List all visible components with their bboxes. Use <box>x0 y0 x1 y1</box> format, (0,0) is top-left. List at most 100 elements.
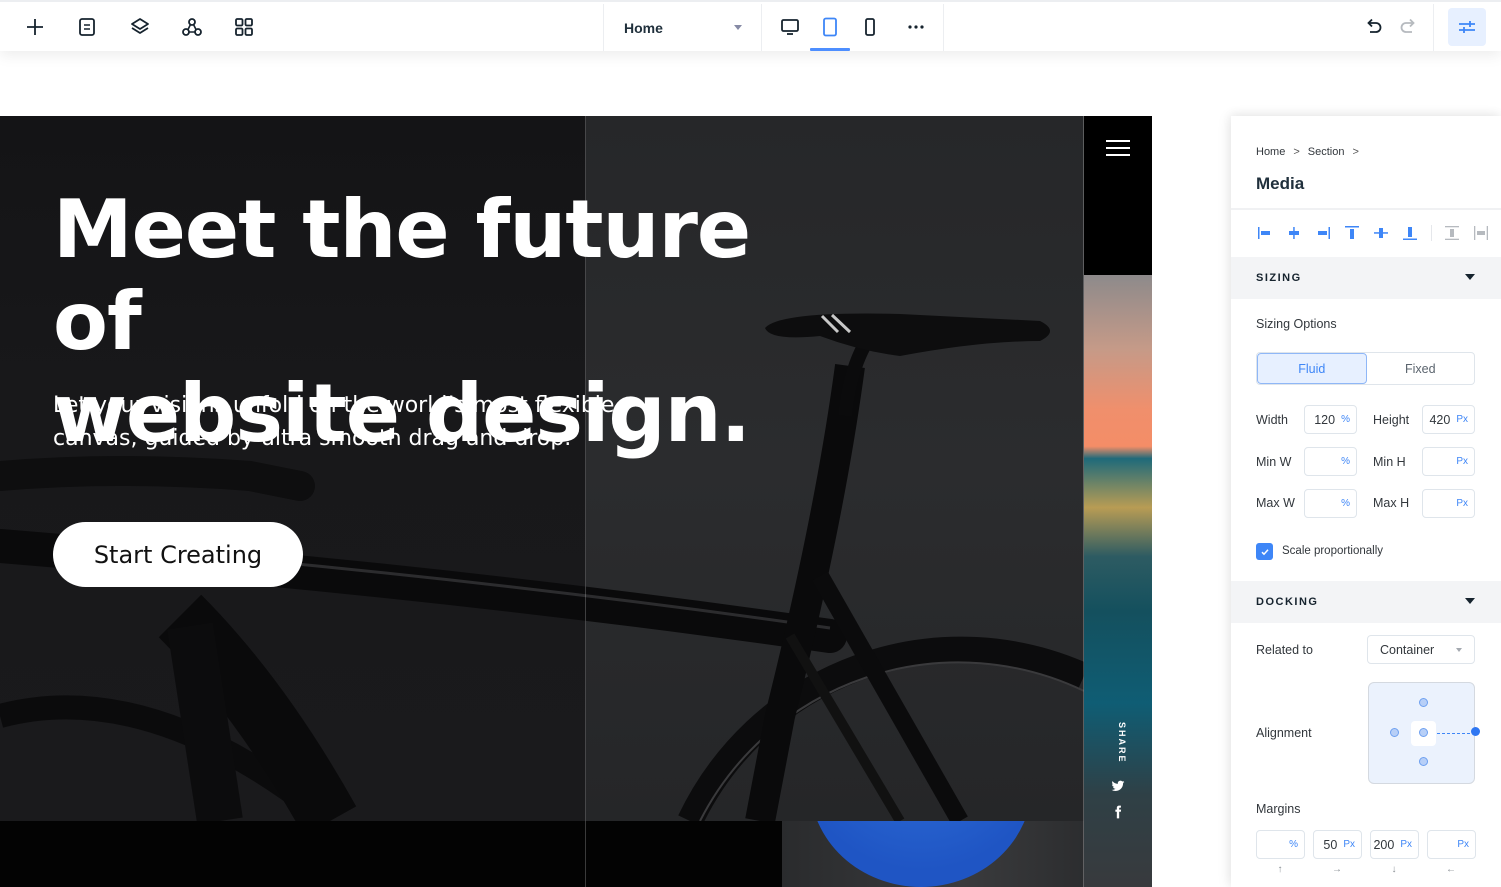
height-unit[interactable]: Px <box>1456 414 1468 425</box>
more-options-button[interactable] <box>901 12 931 42</box>
start-creating-button[interactable]: Start Creating <box>53 522 303 587</box>
margin-right-unit[interactable]: Px <box>1343 839 1355 850</box>
facebook-icon[interactable] <box>1110 804 1126 820</box>
max-width-unit[interactable]: % <box>1341 498 1350 509</box>
mobile-view-button[interactable] <box>855 12 885 42</box>
docking-section-header[interactable]: DOCKING <box>1231 581 1501 623</box>
dock-right-connector <box>1437 733 1475 734</box>
sizing-section-header[interactable]: SIZING <box>1231 257 1501 299</box>
desktop-view-button[interactable] <box>775 12 805 42</box>
components-button[interactable] <box>177 12 207 42</box>
min-width-label: Min W <box>1256 455 1292 469</box>
hero-subtitle[interactable]: Let your visions unfold on the world’s m… <box>53 389 633 455</box>
max-height-unit[interactable]: Px <box>1456 498 1468 509</box>
layers-icon <box>131 18 149 34</box>
twitter-icon[interactable] <box>1110 778 1126 794</box>
align-top-button[interactable] <box>1340 222 1364 244</box>
distribute-vertical-icon <box>1445 226 1459 240</box>
align-bottom-button[interactable] <box>1398 222 1422 244</box>
max-height-label: Max H <box>1373 496 1410 510</box>
breadcrumb-item-home[interactable]: Home <box>1256 146 1285 158</box>
caret-down-icon <box>1465 274 1475 280</box>
max-height-input[interactable]: Px <box>1422 489 1475 518</box>
editor-toolbar: Home <box>0 0 1501 51</box>
breadcrumb-separator: > <box>1352 146 1359 158</box>
scale-proportionally-checkbox[interactable] <box>1256 543 1273 560</box>
desktop-icon <box>781 19 799 35</box>
related-to-dropdown[interactable]: Container <box>1367 635 1475 664</box>
add-icon <box>27 19 43 35</box>
margin-bottom-unit[interactable]: Px <box>1400 839 1412 850</box>
editor-canvas[interactable]: Meet the future of website design. Let y… <box>0 116 1152 887</box>
hero-title-line: Meet the future of <box>53 183 751 368</box>
panel-title: Media <box>1256 174 1305 193</box>
align-right-button[interactable] <box>1311 222 1335 244</box>
fluid-option[interactable]: Fluid <box>1257 353 1367 384</box>
arrow-up-icon: ↑ <box>1277 864 1283 875</box>
layers-button[interactable] <box>125 12 155 42</box>
margin-top-input[interactable]: % <box>1256 830 1305 859</box>
undo-button[interactable] <box>1358 12 1388 42</box>
min-height-label: Min H <box>1373 455 1406 469</box>
pages-icon <box>79 18 95 36</box>
min-width-input[interactable]: % <box>1304 447 1357 476</box>
dock-left-dot[interactable] <box>1390 728 1399 737</box>
height-input[interactable]: 420 Px <box>1422 405 1475 434</box>
breadcrumb-item-section[interactable]: Section <box>1308 146 1345 158</box>
scale-proportionally-label[interactable]: Scale proportionally <box>1282 545 1383 557</box>
dock-top-dot[interactable] <box>1419 698 1428 707</box>
components-icon <box>182 18 202 36</box>
toolbar-divider <box>943 4 944 51</box>
align-left-button[interactable] <box>1253 222 1277 244</box>
mobile-icon <box>865 18 875 36</box>
inspector-toggle-button[interactable] <box>1448 8 1486 46</box>
menu-container <box>1084 116 1152 275</box>
arrow-left-icon: ← <box>1446 864 1456 875</box>
height-label: Height <box>1373 413 1410 427</box>
fixed-option[interactable]: Fixed <box>1367 353 1475 384</box>
checkmark-icon <box>1260 548 1269 555</box>
align-right-icon <box>1318 227 1330 239</box>
width-input[interactable]: 120 % <box>1304 405 1357 434</box>
page-selector[interactable]: Home <box>604 4 760 51</box>
tablet-view-button[interactable] <box>815 12 845 42</box>
hero-subtitle-line: Let your visions unfold on the world’s m… <box>53 393 615 418</box>
apps-button[interactable] <box>229 12 259 42</box>
align-center-vertical-icon <box>1374 228 1388 238</box>
align-center-h-button[interactable] <box>1282 222 1306 244</box>
margin-top-unit[interactable]: % <box>1289 839 1298 850</box>
dock-bottom-dot[interactable] <box>1419 757 1428 766</box>
distribute-horizontal-icon <box>1474 226 1488 240</box>
dock-center-dot[interactable] <box>1419 728 1428 737</box>
min-width-unit[interactable]: % <box>1341 456 1350 467</box>
align-middle-button[interactable] <box>1369 222 1393 244</box>
redo-button[interactable] <box>1394 12 1424 42</box>
margin-left-input[interactable]: Px <box>1427 830 1476 859</box>
side-strip: SHARE <box>1084 116 1152 887</box>
chevron-down-icon <box>1456 648 1462 652</box>
lower-section-dark <box>0 821 782 887</box>
margin-right-value: 50 <box>1323 837 1338 852</box>
width-unit[interactable]: % <box>1341 414 1350 425</box>
apps-grid-icon <box>235 18 253 36</box>
distribute-vertical-button[interactable] <box>1440 222 1464 244</box>
toolbar-divider <box>761 4 762 51</box>
pages-button[interactable] <box>72 12 102 42</box>
distribute-horizontal-button[interactable] <box>1469 222 1493 244</box>
alignment-toolbar <box>1253 222 1498 244</box>
chevron-down-icon <box>734 25 742 30</box>
dock-right-handle[interactable] <box>1471 727 1480 736</box>
lower-section-image[interactable] <box>782 821 1084 887</box>
min-height-unit[interactable]: Px <box>1456 456 1468 467</box>
alignment-label: Alignment <box>1256 726 1312 740</box>
align-left-icon <box>1258 227 1270 239</box>
min-height-input[interactable]: Px <box>1422 447 1475 476</box>
related-to-value: Container <box>1380 642 1435 657</box>
margin-bottom-input[interactable]: 200 Px <box>1370 830 1419 859</box>
max-width-input[interactable]: % <box>1304 489 1357 518</box>
margin-right-input[interactable]: 50 Px <box>1313 830 1362 859</box>
hamburger-menu-icon[interactable] <box>1106 140 1130 157</box>
margin-left-unit[interactable]: Px <box>1457 839 1469 850</box>
add-button[interactable] <box>20 12 50 42</box>
sliders-icon <box>1459 21 1475 33</box>
